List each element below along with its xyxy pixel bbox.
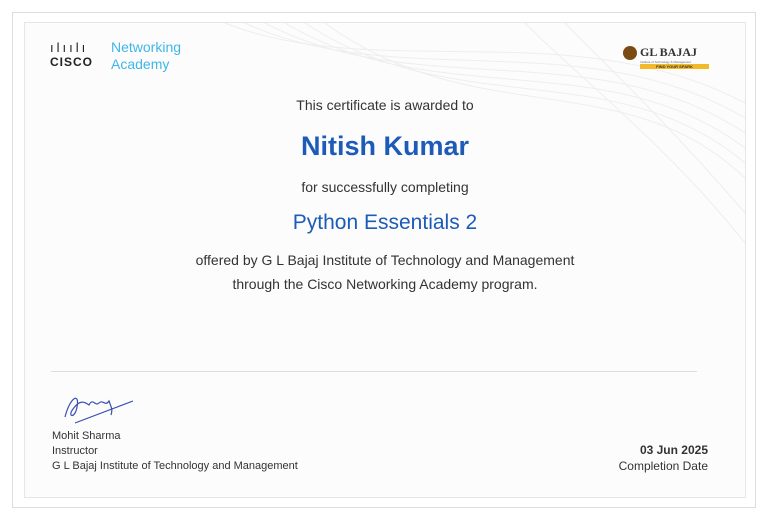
completion-label: Completion Date xyxy=(618,459,708,473)
networking-academy-text: Networking Academy xyxy=(111,39,181,73)
offered-line2: through the Cisco Networking Academy pro… xyxy=(232,276,538,292)
cisco-brand: CISCO xyxy=(50,55,94,69)
logo-tagline: FIND YOUR SPARK xyxy=(640,64,709,69)
crest-icon xyxy=(623,45,637,60)
logo-name: GL BAJAJ xyxy=(640,45,698,59)
awarded-text: This certificate is awarded to xyxy=(296,97,474,113)
signature xyxy=(64,397,134,424)
certificate: ılıılı CISCO Networking Academy GL BAJAJ… xyxy=(24,22,746,498)
instructor-block: Mohit Sharma Instructor G L Bajaj Instit… xyxy=(52,429,298,474)
gl-bajaj-logo: GL BAJAJ Institute of Technology & Manag… xyxy=(623,45,709,69)
certificate-frame: ılıılı CISCO Networking Academy GL BAJAJ… xyxy=(12,12,756,508)
logo-line1: Networking xyxy=(111,39,182,55)
completion-block: 03 Jun 2025 Completion Date xyxy=(619,442,708,474)
recipient-name: Nitish Kumar xyxy=(300,131,470,161)
completing-text: for successfully completing xyxy=(301,179,469,195)
logo-line2: Academy xyxy=(111,56,170,72)
offered-line1: offered by G L Bajaj Institute of Techno… xyxy=(195,252,575,268)
completion-date: 03 Jun 2025 xyxy=(639,443,708,457)
course-name: Python Essentials 2 xyxy=(292,211,478,234)
cisco-logo: ılıılı CISCO xyxy=(50,40,94,70)
instructor-name: Mohit Sharma xyxy=(52,430,121,442)
instructor-institution: G L Bajaj Institute of Technology and Ma… xyxy=(52,460,298,472)
instructor-role: Instructor xyxy=(52,445,98,457)
divider xyxy=(51,371,697,372)
